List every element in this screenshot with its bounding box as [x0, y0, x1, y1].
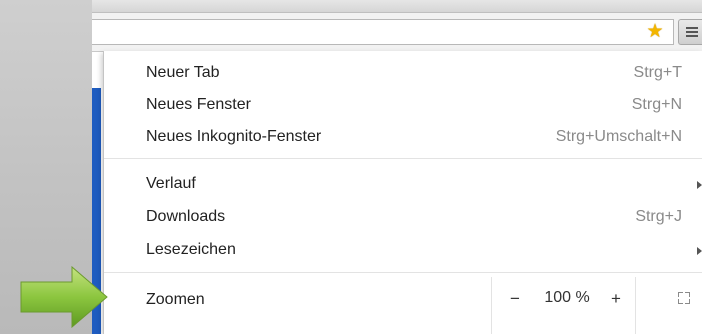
- fullscreen-button[interactable]: [635, 277, 702, 334]
- menu-item-label: Lesezeichen: [146, 241, 236, 258]
- menu-item-downloads[interactable]: Downloads Strg+J: [104, 201, 702, 235]
- menu-item-bookmarks[interactable]: Lesezeichen: [104, 234, 702, 268]
- menu-separator: [104, 158, 702, 159]
- zoom-in-button[interactable]: +: [596, 289, 636, 309]
- zoom-out-button[interactable]: −: [492, 289, 538, 309]
- menu-item-new-incognito-window[interactable]: Neues Inkognito-Fenster Strg+Umschalt+N: [104, 121, 702, 155]
- menu-separator: [104, 272, 702, 273]
- menu-item-shortcut: Strg+J: [635, 208, 682, 225]
- chevron-right-icon: [697, 181, 702, 189]
- browser-toolbar: ★: [92, 13, 702, 52]
- zoom-level: 100 %: [544, 289, 590, 306]
- menu-item-new-window[interactable]: Neues Fenster Strg+N: [104, 89, 702, 123]
- title-bar: [92, 0, 702, 13]
- menu-item-new-tab[interactable]: Neuer Tab Strg+T: [104, 57, 702, 91]
- menu-button[interactable]: [678, 19, 702, 45]
- menu-item-label: Downloads: [146, 208, 226, 225]
- fullscreen-icon: [678, 292, 690, 304]
- menu-item-label: Neues Inkognito-Fenster: [146, 128, 322, 145]
- address-bar[interactable]: ★: [92, 19, 674, 45]
- zoom-label: Zoomen: [146, 291, 205, 308]
- chevron-right-icon: [697, 247, 702, 255]
- green-arrow-icon: [20, 266, 108, 328]
- menu-item-zoom: Zoomen − 100 % +: [104, 277, 702, 334]
- menu-item-shortcut: Strg+Umschalt+N: [555, 128, 682, 145]
- menu-item-shortcut: Strg+T: [633, 64, 682, 81]
- hamburger-icon: [686, 27, 698, 29]
- star-icon[interactable]: ★: [645, 22, 665, 42]
- menu-item-label: Neuer Tab: [146, 64, 220, 81]
- menu-item-label: Verlauf: [146, 175, 196, 192]
- zoom-controls: − 100 % +: [491, 277, 636, 334]
- chrome-menu: Neuer Tab Strg+T Neues Fenster Strg+N Ne…: [103, 51, 702, 334]
- menu-item-label: Neues Fenster: [146, 96, 251, 113]
- menu-item-history[interactable]: Verlauf: [104, 168, 702, 202]
- menu-item-shortcut: Strg+N: [631, 96, 682, 113]
